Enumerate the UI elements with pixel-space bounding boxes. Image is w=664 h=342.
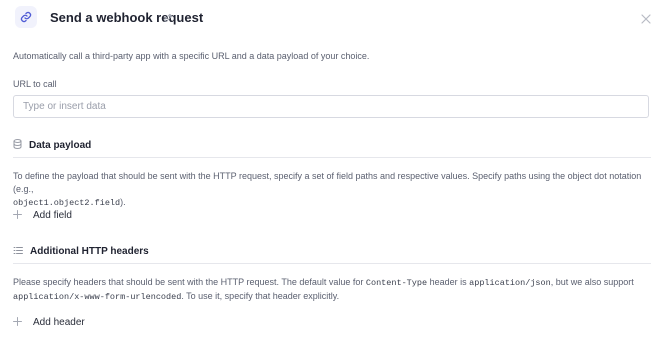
link-icon	[15, 6, 37, 28]
code-application-json: application/json	[469, 278, 551, 288]
close-icon[interactable]	[641, 11, 651, 29]
headers-desc-text: . To use it, specify that header explici…	[181, 291, 340, 301]
url-field-label: URL to call	[13, 79, 57, 89]
modal-header: Send a webhook request	[0, 0, 664, 34]
http-headers-title: Additional HTTP headers	[30, 245, 149, 257]
database-icon	[13, 136, 22, 154]
add-field-button[interactable]: Add field	[13, 208, 72, 222]
payload-description: To define the payload that should be sen…	[13, 170, 643, 210]
add-header-label: Add header	[33, 316, 85, 328]
list-icon	[13, 242, 23, 260]
payload-desc-end: ).	[120, 197, 126, 207]
url-input[interactable]	[13, 95, 649, 118]
headers-desc-text: header is	[427, 277, 470, 287]
code-form-urlencoded: application/x-www-form-urlencoded	[13, 292, 182, 302]
add-field-label: Add field	[33, 209, 72, 221]
http-headers-heading: Additional HTTP headers	[13, 244, 149, 258]
data-payload-title: Data payload	[29, 139, 92, 151]
code-example: object1.object2.field	[13, 198, 121, 208]
payload-desc-text: To define the payload that should be sen…	[13, 171, 642, 194]
headers-description: Please specify headers that should be se…	[13, 276, 653, 304]
section-divider	[13, 157, 651, 158]
plus-icon	[13, 206, 22, 224]
section-divider	[13, 263, 651, 264]
page-title: Send a webhook request	[50, 10, 204, 25]
data-payload-heading: Data payload	[13, 138, 91, 152]
plus-icon	[13, 313, 22, 331]
headers-desc-text: , but we also support	[550, 277, 634, 287]
code-content-type: Content-Type	[365, 278, 428, 288]
intro-text: Automatically call a third-party app wit…	[13, 51, 370, 61]
headers-desc-text: Please specify headers that should be se…	[13, 277, 366, 287]
add-header-button[interactable]: Add header	[13, 315, 85, 329]
pencil-icon[interactable]	[163, 10, 174, 28]
